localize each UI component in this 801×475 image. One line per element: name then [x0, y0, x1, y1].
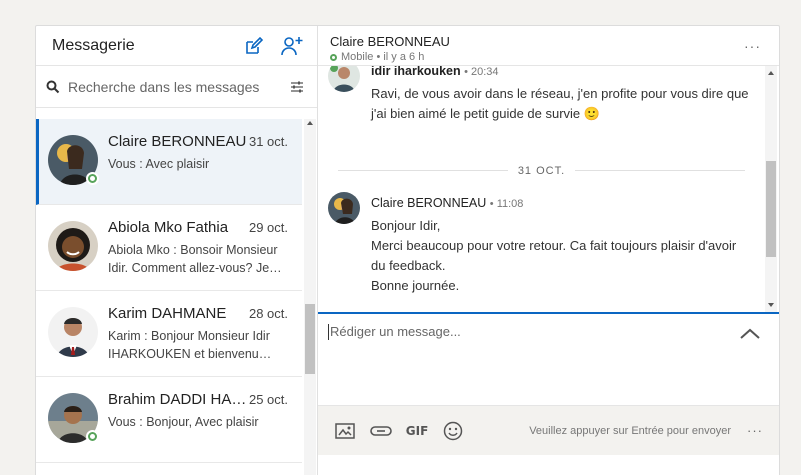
- avatar: [48, 221, 98, 271]
- thread-panel: Claire BERONNEAU Mobile • il y a 6 h ···…: [318, 26, 779, 475]
- chevron-up-icon[interactable]: [739, 326, 761, 340]
- conversation-name: Karim DAHMANE: [108, 305, 227, 322]
- conversation-name: Claire BERONNEAU: [108, 133, 247, 150]
- search-icon: [46, 80, 60, 93]
- scroll-up-arrow-icon[interactable]: [307, 121, 313, 125]
- thread-status: Mobile • il y a 6 h: [330, 51, 767, 63]
- conversation-name: Abiola Mko Fathia: [108, 219, 229, 236]
- date-separator-label: 31 OCT.: [507, 165, 576, 177]
- conversation-snippet: Abiola Mko : Bonsoir Monsieur Idir. Comm…: [108, 243, 282, 275]
- conversation-scrollbar[interactable]: [304, 119, 316, 475]
- date-separator: 31 OCT.: [318, 161, 765, 177]
- send-hint: Veuillez appuyer sur Entrée pour envoyer: [529, 424, 731, 437]
- more-options-button[interactable]: ···: [744, 38, 761, 54]
- avatar: [328, 66, 360, 92]
- online-indicator: [86, 430, 99, 443]
- message-header: Claire BERONNEAU • 11:08: [371, 196, 523, 210]
- avatar: [328, 192, 360, 224]
- message-time: • 11:08: [489, 198, 524, 210]
- thread-header: Claire BERONNEAU Mobile • il y a 6 h ···: [318, 26, 779, 66]
- add-user-icon[interactable]: [279, 33, 305, 59]
- compose-options-button[interactable]: ···: [747, 423, 763, 438]
- message-header: idir iharkouken • 20:34: [371, 66, 499, 78]
- message-line: Merci beaucoup pour votre retour. Ca fai…: [371, 238, 737, 273]
- conversation-item[interactable]: Karim DAHMANE 28 oct. Karim : Bonjour Mo…: [36, 291, 302, 377]
- thread-contact-name[interactable]: Claire BERONNEAU: [330, 34, 767, 49]
- search-bar[interactable]: Recherche dans les messages: [36, 66, 317, 108]
- conversation-date: 29 oct.: [248, 220, 288, 235]
- message-line: Bonne journée.: [371, 278, 460, 293]
- gif-button[interactable]: GIF: [406, 420, 429, 442]
- message-list: idir iharkouken • 20:34 Ravi, de vous av…: [318, 66, 765, 312]
- conversation-snippet: Vous : Avec plaisir: [108, 157, 210, 171]
- conversation-list: Claire BERONNEAU 31 oct. Vous : Avec pla…: [36, 119, 302, 475]
- panel-title: Messagerie: [52, 36, 135, 54]
- conversation-item[interactable]: Claire BERONNEAU 31 oct. Vous : Avec pla…: [36, 119, 302, 205]
- message-line: Bonjour Idir,: [371, 218, 441, 233]
- message-body: Bonjour Idir, Merci beaucoup pour votre …: [371, 216, 751, 296]
- conversation-snippet: Vous : Bonjour, Avec plaisir: [108, 415, 259, 429]
- compose-toolbar: GIF Veuillez appuyer sur Entrée pour env…: [318, 405, 779, 455]
- scroll-down-arrow-icon[interactable]: [768, 303, 774, 307]
- message-sender[interactable]: idir iharkouken: [371, 66, 461, 78]
- scroll-up-arrow-icon[interactable]: [768, 71, 774, 75]
- compose-area[interactable]: Rédiger un message...: [318, 312, 779, 405]
- search-input[interactable]: Recherche dans les messages: [68, 79, 289, 95]
- attachment-icon[interactable]: [370, 420, 392, 442]
- online-indicator: [86, 172, 99, 185]
- message-time: • 20:34: [464, 66, 499, 78]
- emoji-icon[interactable]: [442, 420, 464, 442]
- message-sender[interactable]: Claire BERONNEAU: [371, 196, 486, 210]
- conversation-date: 28 oct.: [248, 306, 288, 321]
- scroll-thumb[interactable]: [305, 304, 315, 374]
- message-body: Ravi, de vous avoir dans le réseau, j'en…: [371, 86, 749, 121]
- conversation-date: 25 oct.: [248, 392, 288, 407]
- conversation-panel: Messagerie Recherche dans les messages C…: [36, 26, 318, 475]
- filter-icon[interactable]: [289, 79, 305, 95]
- conversation-item[interactable]: Abiola Mko Fathia 29 oct. Abiola Mko : B…: [36, 205, 302, 291]
- panel-header: Messagerie: [36, 26, 317, 66]
- thread-status-text: Mobile • il y a 6 h: [341, 51, 425, 63]
- conversation-date: 31 oct.: [248, 134, 288, 149]
- messaging-window: Messagerie Recherche dans les messages C…: [35, 25, 780, 475]
- avatar: [48, 307, 98, 357]
- message-scrollbar[interactable]: [765, 66, 777, 312]
- conversation-name: Brahim DADDI HA…: [108, 391, 247, 408]
- message-input[interactable]: Rédiger un message...: [328, 324, 461, 340]
- mobile-online-icon: [330, 53, 337, 61]
- scroll-thumb[interactable]: [766, 161, 776, 257]
- conversation-snippet: Karim : Bonjour Monsieur Idir IHARKOUKEN…: [108, 329, 272, 361]
- conversation-item[interactable]: Brahim DADDI HA… 25 oct. Vous : Bonjour,…: [36, 377, 302, 463]
- compose-icon[interactable]: [241, 33, 267, 59]
- image-icon[interactable]: [334, 420, 356, 442]
